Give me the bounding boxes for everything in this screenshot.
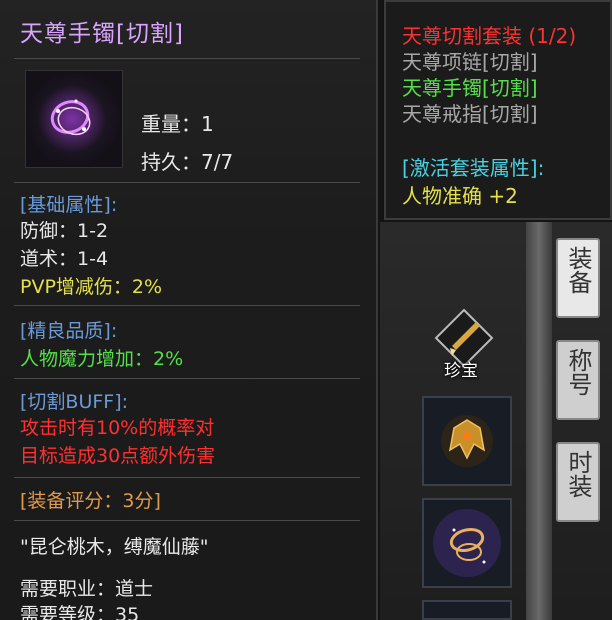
base-attr-header: [基础属性]: [20,194,118,216]
buff-desc-1: 攻击时有10%的概率对 [20,417,215,439]
set-piece-necklace: 天尊项链[切割] [402,50,538,74]
divider [14,378,360,379]
pvp-stat: PVP增减伤：2% [20,276,163,298]
flavor-text: "昆仑桃木，缚魔仙藤" [20,536,209,558]
helmet-slot[interactable] [422,396,512,486]
bracelet-slot-icon [433,509,501,577]
divider [14,520,360,521]
required-class: 需要职业：道士 [20,578,154,600]
panel-rail [526,222,552,620]
defense-stat: 防御：1-2 [20,220,109,242]
required-level: 需要等级：35 [20,604,140,620]
item-tooltip: 天尊手镯[切割] 重量：1 持久：7/7 [基础属性]: 防御：1-2 道术：1… [0,0,378,620]
tab-equipment[interactable]: 装备 [556,238,600,318]
divider [14,182,360,183]
equipment-slot[interactable] [422,600,512,620]
treasure-label: 珍宝 [444,361,478,381]
refine-stat: 人物魔力增加：2% [20,348,184,370]
durability-stat: 持久：7/7 [141,150,234,174]
set-piece-bracelet: 天尊手镯[切割] [402,76,538,100]
weight-stat: 重量：1 [141,112,214,136]
tab-title-label: 称号 [564,348,592,396]
tab-fashion[interactable]: 时装 [556,442,600,522]
item-name: 天尊手镯[切割] [20,21,184,47]
divider [14,305,360,306]
taoism-stat: 道术：1-4 [20,248,109,270]
set-active-bonus: 人物准确 +2 [402,184,518,208]
set-active-header: [激活套装属性]: [402,156,545,180]
set-piece-ring: 天尊戒指[切割] [402,102,538,126]
set-bonus-panel: 天尊切割套装 (1/2) 天尊项链[切割] 天尊手镯[切割] 天尊戒指[切割] … [384,0,612,220]
tab-equipment-label: 装备 [564,246,592,294]
divider [14,477,360,478]
helmet-icon [441,415,493,467]
bracelet-slot[interactable] [422,498,512,588]
tab-title[interactable]: 称号 [556,340,600,420]
buff-header: [切割BUFF]: [20,391,129,413]
bracelet-icon [25,70,123,168]
set-title: 天尊切割套装 (1/2) [402,24,577,48]
divider [14,58,360,59]
tab-fashion-label: 时装 [564,450,592,498]
refine-header: [精良品质]: [20,320,118,342]
buff-desc-2: 目标造成30点额外伤害 [20,445,216,467]
score: [装备评分：3分] [20,490,161,512]
